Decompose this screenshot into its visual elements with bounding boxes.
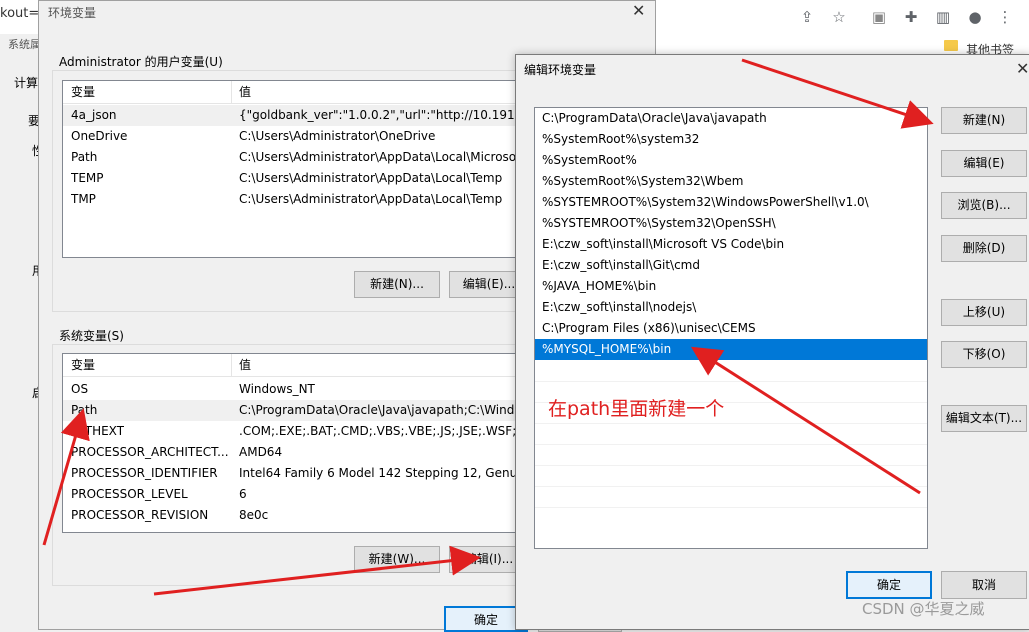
- variable-name: PROCESSOR_LEVEL: [71, 487, 188, 501]
- edit-text-button[interactable]: 编辑文本(T)...: [941, 405, 1027, 432]
- browse-button[interactable]: 浏览(B)...: [941, 192, 1027, 219]
- system-new-button[interactable]: 新建(W)...: [354, 546, 440, 573]
- folder-icon: [944, 40, 958, 51]
- variable-name: OS: [71, 382, 89, 396]
- bookmark-star-icon[interactable]: ☆: [830, 8, 848, 26]
- variable-name: Path: [71, 403, 98, 417]
- system-properties-title: 系统属: [8, 38, 41, 51]
- share-icon[interactable]: ⇪: [798, 8, 816, 26]
- edit-ok-button[interactable]: 确定: [846, 571, 932, 599]
- move-up-button[interactable]: 上移(U): [941, 299, 1027, 326]
- variable-name: TEMP: [71, 171, 104, 185]
- divider: [535, 507, 927, 508]
- column-header-value[interactable]: 值: [239, 82, 251, 102]
- column-header-value[interactable]: 值: [239, 355, 251, 375]
- address-bar-fragment[interactable]: kout=: [0, 6, 39, 21]
- close-icon[interactable]: ✕: [632, 1, 645, 20]
- extension-icon[interactable]: ▣: [870, 8, 888, 26]
- variable-name: PATHEXT: [71, 424, 125, 438]
- list-item[interactable]: C:\Program Files (x86)\unisec\CEMS: [535, 318, 927, 339]
- dialog-title: 环境变量: [48, 6, 97, 20]
- menu-kebab-icon[interactable]: ⋮: [996, 8, 1014, 26]
- column-separator[interactable]: [231, 354, 232, 376]
- system-variables-label: 系统变量(S): [59, 329, 124, 343]
- user-new-button[interactable]: 新建(N)...: [354, 271, 440, 298]
- column-header-variable[interactable]: 变量: [71, 82, 95, 102]
- list-item[interactable]: %SystemRoot%\System32\Wbem: [535, 171, 927, 192]
- move-down-button[interactable]: 下移(O): [941, 341, 1027, 368]
- tab-computer-name[interactable]: 计算: [14, 74, 38, 91]
- puzzle-icon[interactable]: ✚: [902, 8, 920, 26]
- variable-name: PROCESSOR_ARCHITECT...: [71, 445, 229, 459]
- profile-avatar-icon[interactable]: ●: [966, 8, 984, 26]
- dialog-title: 编辑环境变量: [524, 63, 597, 77]
- list-item[interactable]: %SystemRoot%: [535, 150, 927, 171]
- variable-name: Path: [71, 150, 98, 164]
- column-separator[interactable]: [231, 81, 232, 103]
- close-icon[interactable]: ✕: [1016, 59, 1029, 78]
- edit-path-button[interactable]: 编辑(E): [941, 150, 1027, 177]
- divider: [535, 444, 927, 445]
- list-item[interactable]: E:\czw_soft\install\nodejs\: [535, 297, 927, 318]
- variable-name: TMP: [71, 192, 96, 206]
- list-item[interactable]: E:\czw_soft\install\Git\cmd: [535, 255, 927, 276]
- column-header-variable[interactable]: 变量: [71, 355, 95, 375]
- variable-name: PROCESSOR_IDENTIFIER: [71, 466, 218, 480]
- variable-name: OneDrive: [71, 129, 128, 143]
- divider: [535, 486, 927, 487]
- list-item[interactable]: %SystemRoot%\system32: [535, 129, 927, 150]
- list-item[interactable]: C:\ProgramData\Oracle\Java\javapath: [535, 108, 927, 129]
- list-item[interactable]: %JAVA_HOME%\bin: [535, 276, 927, 297]
- list-item-selected[interactable]: %MYSQL_HOME%\bin: [535, 339, 927, 360]
- variable-name: PROCESSOR_REVISION: [71, 508, 209, 522]
- list-item[interactable]: %SYSTEMROOT%\System32\WindowsPowerShell\…: [535, 192, 927, 213]
- annotation-note: 在path里面新建一个: [548, 398, 725, 420]
- edit-cancel-button[interactable]: 取消: [941, 571, 1027, 599]
- watermark: CSDN @华夏之威: [862, 600, 985, 618]
- new-path-button[interactable]: 新建(N): [941, 107, 1027, 134]
- user-variables-label: Administrator 的用户变量(U): [59, 55, 223, 69]
- divider: [535, 465, 927, 466]
- list-item[interactable]: E:\czw_soft\install\Microsoft VS Code\bi…: [535, 234, 927, 255]
- list-item[interactable]: %SYSTEMROOT%\System32\OpenSSH\: [535, 213, 927, 234]
- delete-button[interactable]: 删除(D): [941, 235, 1027, 262]
- side-panel-icon[interactable]: ▥: [934, 8, 952, 26]
- divider: [535, 423, 927, 424]
- variable-name: 4a_json: [71, 108, 117, 122]
- divider: [535, 381, 927, 382]
- path-list[interactable]: C:\ProgramData\Oracle\Java\javapath %Sys…: [534, 107, 928, 549]
